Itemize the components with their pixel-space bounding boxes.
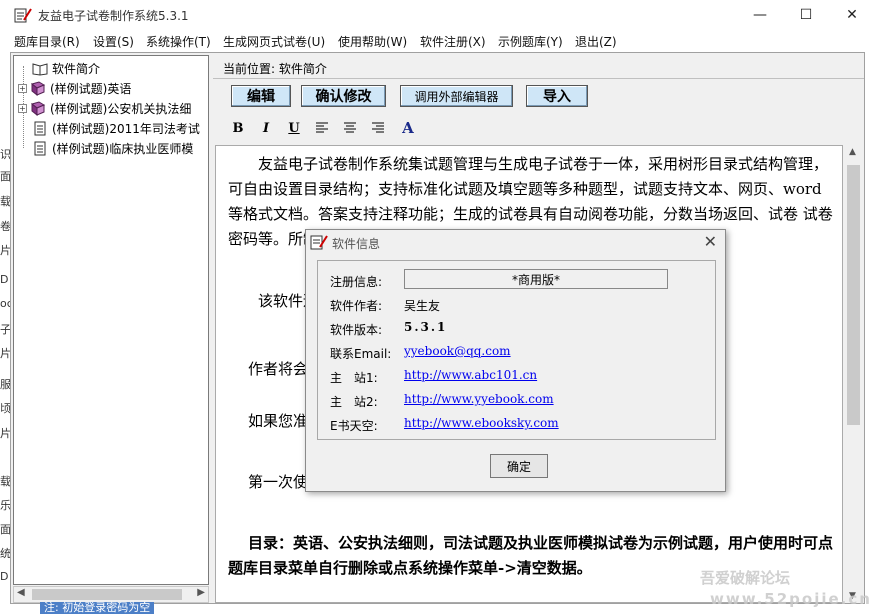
tree-item-police-law[interactable]: + (样例试题)公安机关执法细 [18,98,191,118]
edit-button[interactable]: 编辑 [231,85,291,107]
book-open-icon [32,62,48,76]
align-right-icon[interactable] [367,119,389,137]
menu-exit[interactable]: 退出(Z) [575,33,617,50]
email-link[interactable]: yyebook@qq.com [404,344,511,358]
app-icon [14,8,32,23]
email-label: 联系Email: [330,347,392,361]
menu-generate-web-exam[interactable]: 生成网页式试卷(U) [223,33,325,50]
menu-sample-bank[interactable]: 示例题库(Y) [498,33,563,50]
site1-label: 主 站1: [330,371,378,385]
font-color-button[interactable]: A [397,119,419,137]
book-closed-icon [30,80,46,96]
tree-item-label: (样例试题)公安机关执法细 [50,101,192,116]
align-left-icon[interactable] [311,119,333,137]
align-center-icon[interactable] [339,119,361,137]
info-group: 注册信息: *商用版* 软件作者: 吴生友 软件版本: 5.3.1 联系Emai… [317,260,716,440]
import-button[interactable]: 导入 [526,85,588,107]
tree-item-label: (样例试题)临床执业医师模 [52,141,194,156]
document-icon [34,121,46,135]
dialog-title: 软件信息 [332,237,381,251]
maximize-button[interactable]: ☐ [783,0,829,30]
tree-item-judicial-exam[interactable]: (样例试题)2011年司法考试 [32,118,200,138]
menu-system[interactable]: 系统操作(T) [146,33,211,50]
site1-link[interactable]: http://www.abc101.cn [404,368,537,382]
scroll-left-icon[interactable]: ◀ [17,587,25,598]
version-label: 软件版本: [330,323,383,337]
location-bar: 当前位置: 软件简介 [213,55,864,79]
version-value: 5.3.1 [404,320,448,334]
ok-button[interactable]: 确定 [490,454,548,478]
menu-registration[interactable]: 软件注册(X) [420,33,486,50]
tree-item-medical-exam[interactable]: (样例试题)临床执业医师模 [32,138,193,158]
editor-vertical-scrollbar[interactable]: ▲ ▼ [845,145,862,603]
menu-question-bank[interactable]: 题库目录(R) [14,33,80,50]
book-closed-icon [30,100,46,116]
site2-label: 主 站2: [330,395,378,409]
reg-label: 注册信息: [330,275,383,289]
scrollbar-thumb[interactable] [32,589,182,600]
expand-icon[interactable]: + [18,103,27,113]
bold-button[interactable]: B [227,119,249,137]
expand-icon[interactable]: + [18,83,27,93]
app-icon [310,235,328,250]
status-text: 注: 初始登录密码为空 [40,602,155,614]
strip-char: D [0,273,9,286]
menu-settings[interactable]: 设置(S) [93,33,134,50]
scrollbar-thumb[interactable] [847,165,860,425]
reg-info-field: *商用版* [404,269,668,289]
watermark-text: 吾爱破解论坛 [700,569,791,587]
watermark-url: www.52pojie.cn [710,590,872,608]
author-value: 吴生友 [404,299,441,313]
tree-item-label: (样例试题)英语 [50,81,132,96]
scroll-right-icon[interactable]: ▶ [197,587,205,598]
dialog-close-icon[interactable]: ✕ [704,232,717,251]
question-bank-tree[interactable]: 软件简介 + (样例试题)英语 + (样例试题)公安机关执法细 (样例试题)20… [13,55,209,585]
tree-item-label: 软件简介 [52,61,101,76]
title-bar: 友益电子试卷制作系统5.3.1 — ☐ ✕ [0,0,875,30]
background-window-strip: 识 面 载 卷 片 D oc 子 片 服 顷 片 载 乐 面 统 D [0,140,13,583]
underline-button[interactable]: U [283,119,305,137]
menu-help[interactable]: 使用帮助(W) [338,33,407,50]
edit-toolbar: 编辑 确认修改 调用外部编辑器 导入 [213,81,864,111]
close-button[interactable]: ✕ [829,0,875,30]
scroll-up-icon[interactable]: ▲ [849,147,856,157]
external-editor-button[interactable]: 调用外部编辑器 [400,85,513,107]
tree-item-software-intro[interactable]: 软件简介 [32,58,100,78]
document-icon [34,141,46,155]
tree-item-english[interactable]: + (样例试题)英语 [18,78,131,98]
site2-link[interactable]: http://www.yyebook.com [404,392,554,406]
minimize-button[interactable]: — [737,0,783,30]
strip-char: D [0,570,9,583]
menu-bar: 题库目录(R) 设置(S) 系统操作(T) 生成网页式试卷(U) 使用帮助(W)… [0,30,875,52]
confirm-edit-button[interactable]: 确认修改 [301,85,386,107]
window-title: 友益电子试卷制作系统5.3.1 [38,9,189,23]
ebook-label: E书天空: [330,419,378,433]
italic-button[interactable]: I [255,119,277,137]
format-toolbar: B I U A [213,115,864,141]
software-info-dialog: 软件信息 ✕ 注册信息: *商用版* 软件作者: 吴生友 软件版本: 5.3.1… [305,229,726,492]
tree-item-label: (样例试题)2011年司法考试 [52,121,200,136]
current-location: 当前位置: 软件简介 [223,62,327,76]
ebook-link[interactable]: http://www.ebooksky.com [404,416,559,430]
author-label: 软件作者: [330,299,383,313]
